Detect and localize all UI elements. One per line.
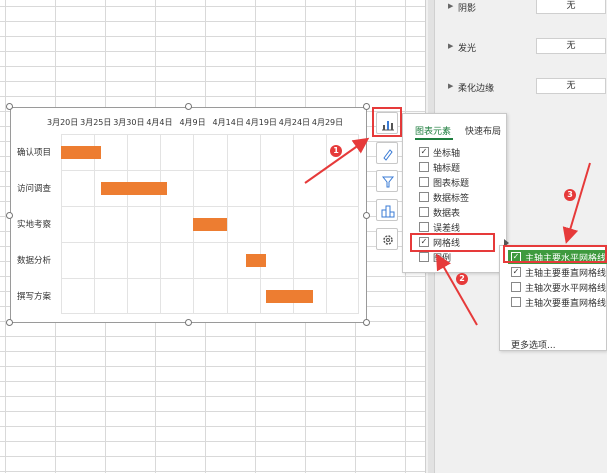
arrow-3 xyxy=(562,162,591,244)
step-badge-3: 3 xyxy=(564,189,576,201)
arrow-2 xyxy=(436,253,478,326)
step-badge-2: 2 xyxy=(456,273,468,285)
step-badge-1: 1 xyxy=(330,145,342,157)
annotation-arrows xyxy=(304,137,591,326)
